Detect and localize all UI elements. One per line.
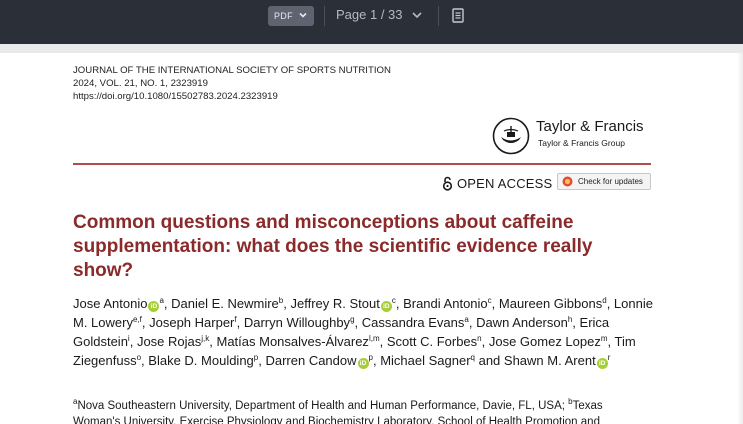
author-name[interactable]: Shawn M. Arent bbox=[504, 353, 596, 368]
orcid-icon[interactable]: iD bbox=[380, 301, 392, 312]
chevron-down-icon bbox=[411, 12, 422, 19]
author-separator: , bbox=[491, 296, 499, 311]
orcid-icon[interactable]: iD bbox=[148, 301, 160, 312]
author-name[interactable]: Jose Antonio bbox=[73, 296, 147, 311]
author-entry: Jose Rojasj,k bbox=[137, 334, 209, 349]
author-separator: , bbox=[236, 315, 244, 330]
author-separator: , bbox=[607, 334, 615, 349]
author-separator: , bbox=[481, 334, 489, 349]
affiliation-line: Texas bbox=[572, 400, 603, 412]
author-separator: , bbox=[572, 315, 580, 330]
author-name[interactable]: Scott C. Forbes bbox=[387, 334, 477, 349]
author-separator: , bbox=[395, 296, 404, 311]
affiliations: aNova Southeastern University, Departmen… bbox=[73, 398, 663, 424]
author-separator: , bbox=[606, 296, 614, 311]
publisher-name: Taylor & Francis bbox=[536, 118, 644, 135]
author-entry: Darren Candow iDp bbox=[265, 353, 373, 369]
author-entry: Maureen Gibbonsd bbox=[499, 296, 607, 311]
author-name[interactable]: Matías Monsalves-Álvarez bbox=[216, 334, 368, 349]
author-name[interactable]: Maureen Gibbons bbox=[499, 296, 602, 311]
author-entry: Matías Monsalves-Álvarezl,m bbox=[216, 334, 379, 349]
author-separator: , bbox=[468, 315, 477, 330]
header-rule bbox=[73, 163, 651, 165]
author-separator: , bbox=[379, 334, 387, 349]
page-edge-shadow bbox=[737, 53, 743, 424]
taylor-francis-logo-icon bbox=[492, 117, 530, 155]
orcid-icon[interactable]: iD bbox=[357, 358, 369, 369]
author-name[interactable]: Blake D. Moulding bbox=[148, 353, 254, 368]
author-separator: , bbox=[129, 334, 137, 349]
author-name[interactable]: Dawn Anderson bbox=[476, 315, 568, 330]
author-entry: Daniel E. Newmireb bbox=[171, 296, 283, 311]
journal-doi[interactable]: https://doi.org/10.1080/15502783.2024.23… bbox=[73, 90, 391, 103]
author-name[interactable]: Joseph Harper bbox=[149, 315, 234, 330]
author-entry: Brandi Antonioc bbox=[403, 296, 492, 311]
author-name[interactable]: Jose Gomez Lopez bbox=[489, 334, 601, 349]
chevron-down-icon bbox=[299, 12, 307, 18]
author-name[interactable]: Brandi Antonio bbox=[403, 296, 488, 311]
affiliation-mark: m bbox=[600, 334, 608, 343]
document-outline-icon[interactable] bbox=[452, 8, 464, 23]
author-entry: Joseph Harperf bbox=[149, 315, 237, 330]
author-name[interactable]: Cassandra Evans bbox=[362, 315, 465, 330]
author-name[interactable]: Jose Rojas bbox=[137, 334, 201, 349]
format-label: PDF bbox=[274, 11, 293, 21]
author-entry: Scott C. Forbesn bbox=[387, 334, 482, 349]
affiliation-mark: l,m bbox=[368, 334, 380, 343]
check-updates-icon bbox=[562, 176, 573, 187]
author-name[interactable]: Michael Sagner bbox=[380, 353, 470, 368]
publisher-group: Taylor & Francis Group bbox=[538, 138, 625, 148]
affiliation-line: Nova Southeastern University, Department… bbox=[77, 400, 569, 412]
affiliation-mark: r bbox=[607, 353, 611, 362]
author-entry: Blake D. Mouldingp bbox=[148, 353, 258, 368]
page-selector[interactable]: Page 1 / 33 bbox=[336, 7, 423, 22]
author-separator: , bbox=[354, 315, 362, 330]
author-entry: Jose Antonio iDa bbox=[73, 296, 164, 312]
author-name[interactable]: Daniel E. Newmire bbox=[171, 296, 279, 311]
affiliation-mark: e,f bbox=[132, 315, 142, 324]
open-access-label: OPEN ACCESS bbox=[457, 176, 553, 191]
author-name[interactable]: Jeffrey R. Stout bbox=[290, 296, 379, 311]
toolbar-divider bbox=[438, 6, 439, 26]
open-access-badge: OPEN ACCESS bbox=[442, 176, 552, 191]
author-separator: and bbox=[474, 353, 504, 368]
toolbar-divider bbox=[324, 6, 325, 26]
affiliation-line: Woman's University, Exercise Physiology … bbox=[73, 416, 600, 424]
page-indicator: Page 1 / 33 bbox=[336, 7, 403, 22]
journal-name: JOURNAL OF THE INTERNATIONAL SOCIETY OF … bbox=[73, 65, 391, 76]
open-lock-icon bbox=[442, 176, 453, 191]
page-gap bbox=[0, 44, 743, 53]
pdf-viewer-toolbar: PDF Page 1 / 33 bbox=[0, 0, 743, 44]
journal-volume: 2024, VOL. 21, NO. 1, 2323919 bbox=[73, 78, 208, 89]
author-entry: Dawn Andersonh bbox=[476, 315, 572, 330]
article-title: Common questions and misconceptions abou… bbox=[73, 212, 593, 281]
author-list: Jose Antonio iDa, Daniel E. Newmireb, Jef… bbox=[73, 294, 653, 370]
check-for-updates-label: Check for updates bbox=[578, 177, 643, 186]
author-entry: Michael Sagnerq bbox=[380, 353, 475, 368]
author-entry: Jose Gomez Lopezm bbox=[489, 334, 608, 349]
author-entry: Cassandra Evansa bbox=[362, 315, 469, 330]
author-entry: Darryn Willoughbyg bbox=[244, 315, 355, 330]
author-name[interactable]: Darryn Willoughby bbox=[244, 315, 350, 330]
orcid-icon[interactable]: iD bbox=[596, 358, 608, 369]
author-entry: Jeffrey R. Stout iDc bbox=[290, 296, 396, 312]
author-name[interactable]: Darren Candow bbox=[265, 353, 356, 368]
format-dropdown[interactable]: PDF bbox=[268, 6, 314, 26]
check-for-updates-button[interactable]: Check for updates bbox=[557, 173, 651, 190]
journal-header: JOURNAL OF THE INTERNATIONAL SOCIETY OF … bbox=[73, 64, 391, 103]
author-entry: Shawn M. Arent iDr bbox=[504, 353, 611, 369]
